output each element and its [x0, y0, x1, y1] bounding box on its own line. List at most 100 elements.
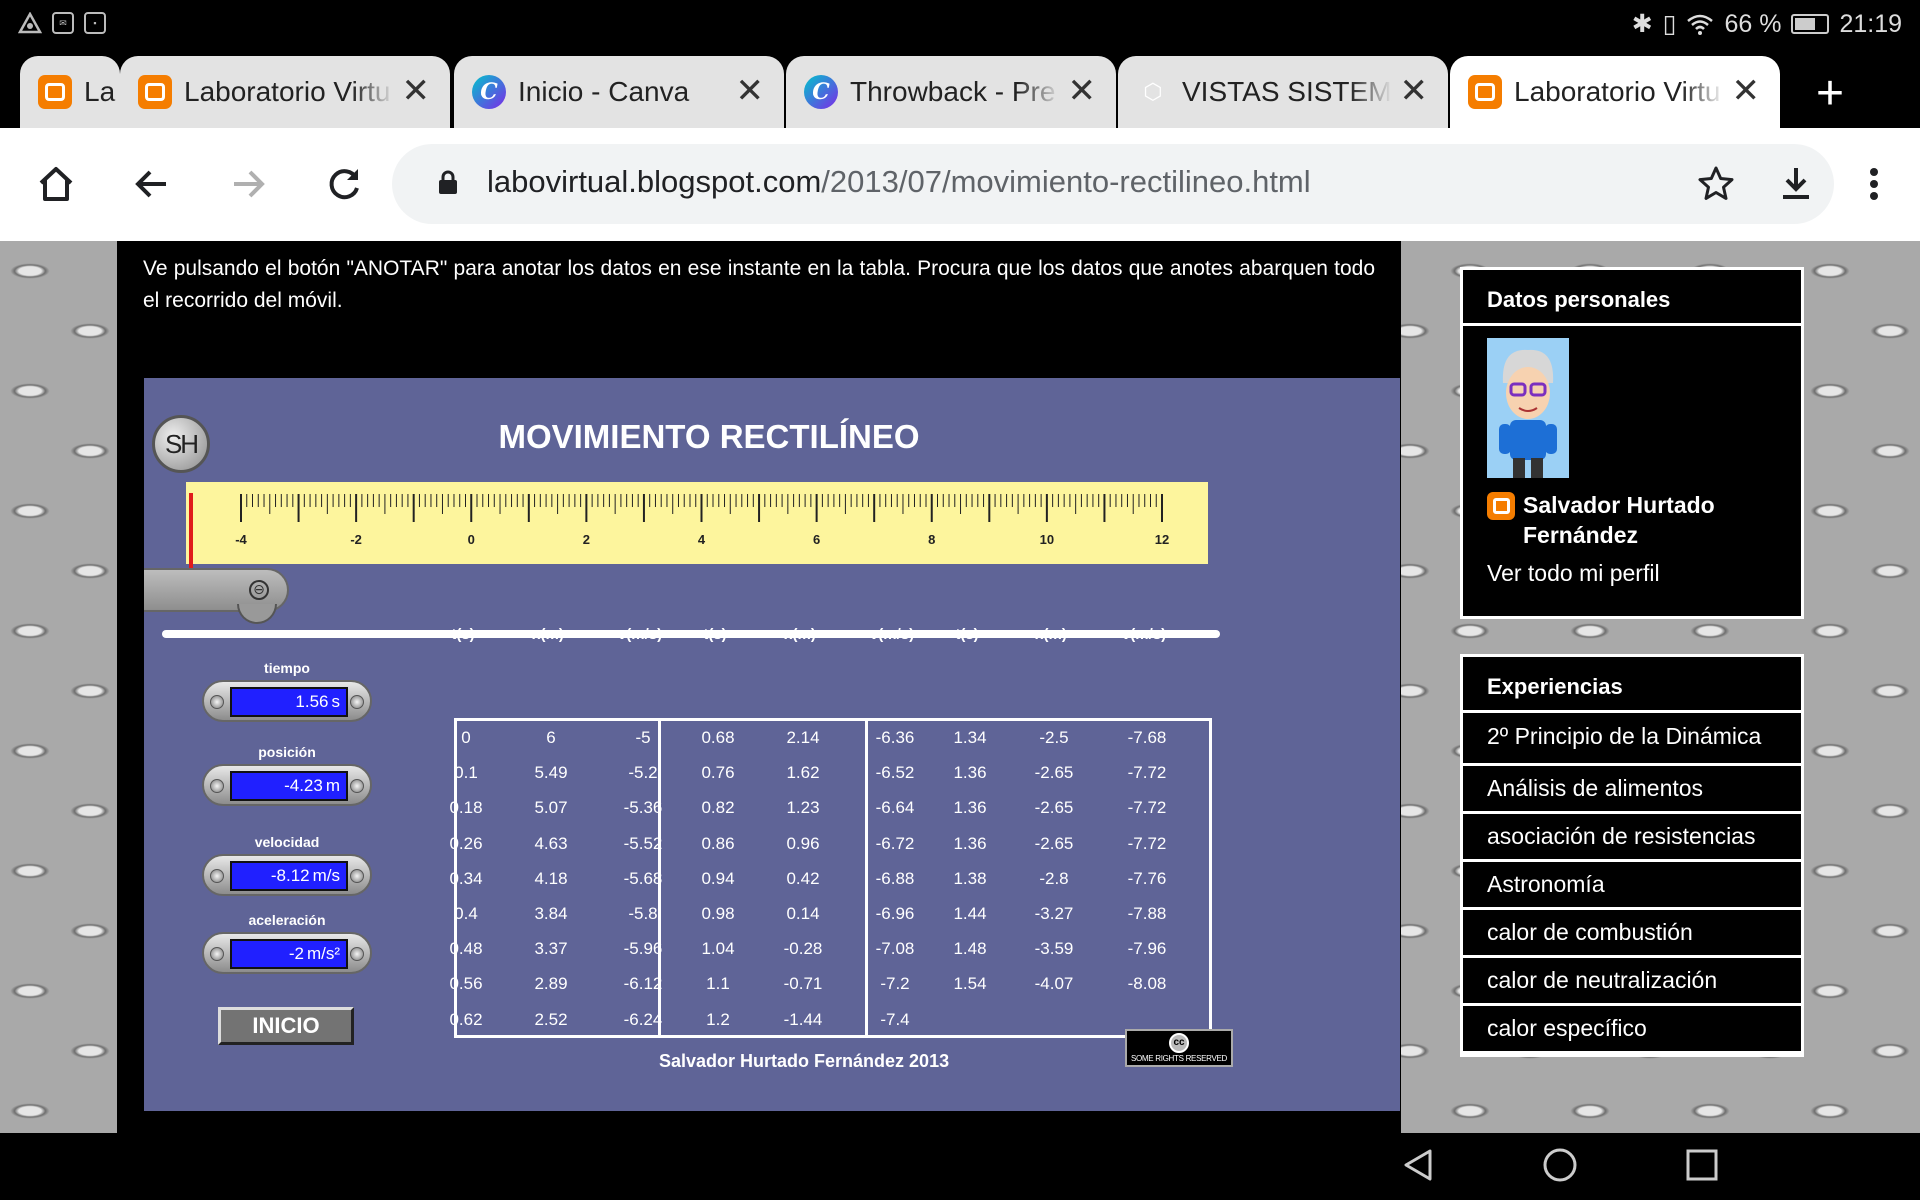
avatar[interactable] [1487, 338, 1569, 478]
table-cell: -5.68 [623, 868, 663, 888]
tab-4[interactable]: C Throwback - Pre ✕ [786, 56, 1116, 128]
acceleration-readout: -2 m/s² [202, 932, 372, 974]
experience-link[interactable]: calor específico [1463, 1006, 1801, 1054]
position-value: -4.23 [284, 776, 323, 795]
screw-icon [210, 947, 224, 961]
tab-3[interactable]: C Inicio - Canva ✕ [454, 56, 784, 128]
home-nav-icon[interactable] [1542, 1147, 1578, 1183]
bluetooth-icon: ✱ [1631, 10, 1653, 38]
status-bar: ✉ ▪ ✱ ▯ 66 % 21:19 [0, 0, 1920, 48]
ruler-label: 12 [1155, 532, 1169, 547]
back-nav-icon[interactable] [1400, 1147, 1436, 1183]
time-display: 1.56 s [230, 687, 348, 717]
table-header: t(s) [703, 626, 727, 643]
address-bar[interactable]: labovirtual.blogspot.com/2013/07/movimie… [392, 144, 1834, 224]
tab-2[interactable]: Laboratorio Virtu ✕ [120, 56, 450, 128]
browser-toolbar: labovirtual.blogspot.com/2013/07/movimie… [0, 128, 1920, 241]
close-tab-icon[interactable]: ✕ [402, 74, 431, 108]
close-tab-icon[interactable]: ✕ [1400, 74, 1429, 108]
experience-link[interactable]: asociación de resistencias [1463, 814, 1801, 862]
simulation-applet: SH MOVIMIENTO RECTILÍNEO -4 -2 0 2 4 6 8 10 12 ⊖… [144, 378, 1400, 1111]
tab-6-active[interactable]: Laboratorio Virtu ✕ [1450, 56, 1780, 128]
ruler-label: 2 [583, 532, 590, 547]
table-cell: -6.72 [875, 833, 915, 853]
home-button[interactable] [28, 156, 84, 212]
system-nav-bar [0, 1133, 1920, 1200]
back-button[interactable] [124, 156, 180, 212]
acceleration-unit: m/s² [306, 944, 340, 963]
position-readout: -4.23 m [202, 764, 372, 806]
cc-icon: cc [1169, 1033, 1189, 1053]
table-cell: -4.07 [1034, 974, 1074, 994]
menu-button[interactable] [1846, 156, 1902, 212]
app-notification-icon: ✉ [52, 12, 74, 34]
experiences-widget: Experiencias 2º Principio de la Dinámica… [1460, 654, 1804, 1057]
ruler-label: 6 [813, 532, 820, 547]
table-cell: -5.8 [628, 904, 658, 923]
copyright-text: Salvador Hurtado Fernández 2013 [659, 1051, 950, 1071]
experience-link[interactable]: Análisis de alimentos [1463, 766, 1801, 814]
cart-wheel [237, 604, 277, 624]
table-cell: 5.49 [534, 763, 568, 783]
table-cell: -6.88 [875, 868, 915, 888]
table-cell: -6.24 [623, 1009, 663, 1029]
screw-icon [350, 947, 364, 961]
view-profile-link[interactable]: Ver todo mi perfil [1487, 560, 1660, 587]
data-table: 0 6 -5 0.1 5.49 -5.2 0.18 5.07 -5.36 0.26 4.63 -5.5… [449, 718, 1212, 1038]
experience-link[interactable]: Astronomía [1463, 862, 1801, 910]
profile-name[interactable]: Salvador Hurtado Fernández [1523, 490, 1773, 550]
bookmark-button[interactable] [1688, 156, 1744, 212]
table-cell: -7.08 [875, 939, 915, 959]
experience-link[interactable]: calor de neutralización [1463, 958, 1801, 1006]
moving-cart[interactable]: ⊖ [144, 568, 289, 624]
ruler-label: 0 [468, 532, 475, 547]
cc-text: SOME RIGHTS RESERVED [1130, 1054, 1228, 1063]
experience-link[interactable]: 2º Principio de la Dinámica [1463, 713, 1801, 766]
table-cell: 0.82 [701, 798, 735, 818]
download-button[interactable] [1768, 156, 1824, 212]
table-cell: 1.34 [953, 728, 987, 747]
new-tab-button[interactable]: + [1816, 70, 1844, 118]
table-cell: 0.86 [701, 833, 735, 853]
table-cell: -7.72 [1127, 798, 1167, 818]
close-tab-icon[interactable]: ✕ [1068, 74, 1097, 108]
table-cell: 1.36 [953, 798, 987, 818]
cc-license-badge[interactable]: cc SOME RIGHTS RESERVED [1125, 1029, 1233, 1067]
table-cell: 5.07 [534, 798, 568, 818]
table-cell: 1.04 [701, 939, 735, 959]
tab-title: La [84, 76, 116, 107]
battery-percent: 66 % [1724, 9, 1782, 38]
reload-button[interactable] [316, 156, 372, 212]
home-icon [39, 167, 73, 201]
table-cell: -0.28 [783, 939, 823, 959]
table-cell: 0.98 [701, 904, 735, 923]
profile-body: Salvador Hurtado Fernández Ver todo mi p… [1463, 326, 1801, 616]
cart-knob-icon: ⊖ [249, 580, 269, 600]
blogger-icon [38, 75, 72, 109]
table-cell: -5.36 [623, 798, 663, 818]
ruler-label: -4 [235, 532, 247, 547]
profile-widget-title: Datos personales [1463, 270, 1801, 326]
time-value: 1.56 [295, 692, 329, 711]
close-tab-icon[interactable]: ✕ [1732, 74, 1761, 108]
blog-post: Ve pulsando el botón "ANOTAR" para anota… [117, 241, 1401, 1133]
inicio-button[interactable]: INICIO [218, 1007, 354, 1045]
forward-button[interactable] [220, 156, 276, 212]
table-cell: 1.36 [953, 763, 987, 783]
url-path: /2013/07/movimiento-rectilineo.html [821, 164, 1311, 199]
lock-icon [439, 170, 457, 194]
experience-link[interactable]: calor de combustión [1463, 910, 1801, 958]
recents-nav-icon[interactable] [1684, 1147, 1720, 1183]
table-cell: 4.18 [534, 868, 568, 888]
screw-icon [210, 869, 224, 883]
tab-title: VISTAS SISTEMA [1182, 76, 1392, 107]
table-cell: -2.65 [1034, 763, 1074, 783]
tab-5[interactable]: ⬡ VISTAS SISTEMA ✕ [1118, 56, 1448, 128]
velocity-value: -8.12 [270, 866, 310, 885]
table-cell: -3.59 [1034, 939, 1074, 959]
close-tab-icon[interactable]: ✕ [736, 74, 765, 108]
table-header: t(s) [451, 626, 475, 643]
tab-1[interactable]: La [20, 56, 120, 128]
acceleration-display: -2 m/s² [230, 939, 348, 969]
vibrate-icon: ▯ [1662, 10, 1677, 38]
